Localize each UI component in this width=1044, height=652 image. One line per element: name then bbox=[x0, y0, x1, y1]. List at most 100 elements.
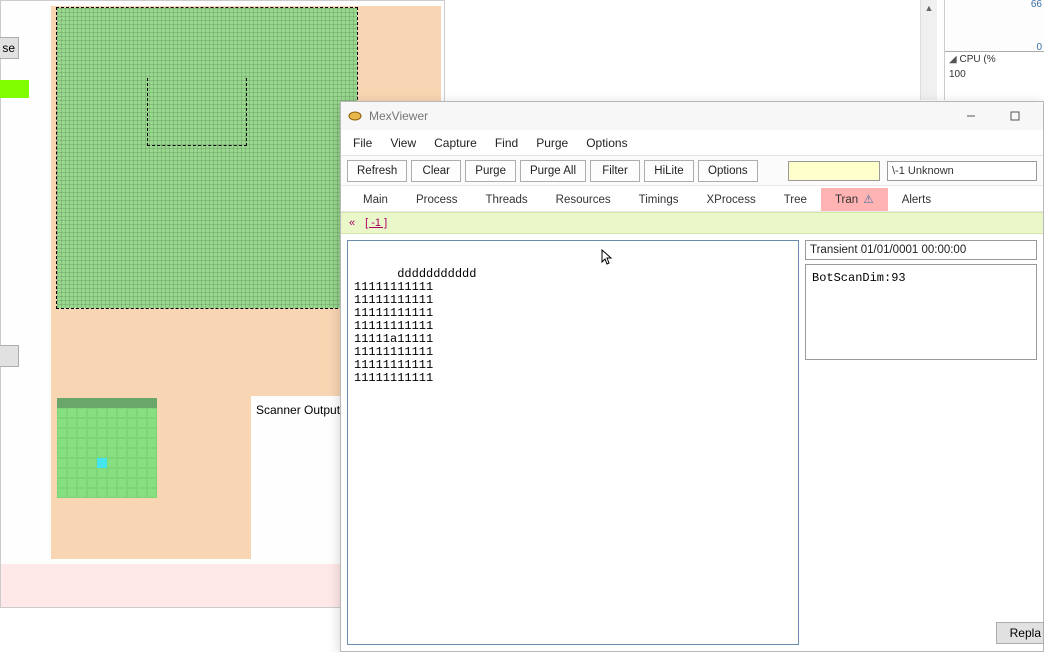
small-grid-cell[interactable] bbox=[107, 418, 117, 428]
tab-alerts[interactable]: Alerts bbox=[888, 190, 945, 211]
small-grid-cell[interactable] bbox=[97, 488, 107, 498]
menu-purge[interactable]: Purge bbox=[536, 136, 568, 150]
tab-main[interactable]: Main bbox=[349, 190, 402, 211]
maximize-button[interactable] bbox=[993, 102, 1037, 130]
process-combo[interactable]: \-1 Unknown bbox=[887, 161, 1037, 181]
bg-small-grid[interactable] bbox=[57, 398, 157, 498]
titlebar[interactable]: MexViewer bbox=[341, 102, 1043, 130]
small-grid-cell[interactable] bbox=[127, 428, 137, 438]
small-grid-cell[interactable] bbox=[127, 488, 137, 498]
small-grid-cell[interactable] bbox=[137, 418, 147, 428]
small-grid-cell[interactable] bbox=[77, 438, 87, 448]
small-grid-cell[interactable] bbox=[97, 398, 107, 408]
small-grid-cell[interactable] bbox=[117, 448, 127, 458]
small-grid-cell[interactable] bbox=[57, 418, 67, 428]
small-grid-cell[interactable] bbox=[127, 468, 137, 478]
small-grid-cell[interactable] bbox=[107, 468, 117, 478]
small-grid-cell[interactable] bbox=[117, 438, 127, 448]
bg-button-se[interactable]: se bbox=[0, 37, 19, 59]
small-grid-cell[interactable] bbox=[137, 478, 147, 488]
small-grid-cell[interactable] bbox=[87, 448, 97, 458]
small-grid-cell[interactable] bbox=[97, 418, 107, 428]
small-grid-cell[interactable] bbox=[117, 428, 127, 438]
small-grid-cell[interactable] bbox=[147, 438, 157, 448]
small-grid-cell[interactable] bbox=[97, 438, 107, 448]
small-grid-cell[interactable] bbox=[107, 428, 117, 438]
small-grid-cell[interactable] bbox=[147, 488, 157, 498]
small-grid-cell[interactable] bbox=[87, 398, 97, 408]
small-grid-cell[interactable] bbox=[127, 418, 137, 428]
purge-all-button[interactable]: Purge All bbox=[520, 160, 586, 182]
small-grid-cell[interactable] bbox=[77, 418, 87, 428]
small-grid-cell[interactable] bbox=[87, 408, 97, 418]
small-grid-cell[interactable] bbox=[67, 428, 77, 438]
small-grid-cell[interactable] bbox=[67, 448, 77, 458]
small-grid-cell[interactable] bbox=[97, 428, 107, 438]
small-grid-cell[interactable] bbox=[57, 408, 67, 418]
small-grid-cell[interactable] bbox=[77, 478, 87, 488]
small-grid-cell[interactable] bbox=[57, 488, 67, 498]
background-scrollbar[interactable]: ▲ bbox=[920, 0, 937, 100]
transient-body[interactable]: BotScanDim:93 bbox=[805, 264, 1037, 360]
small-grid-cell[interactable] bbox=[147, 478, 157, 488]
small-grid-cell[interactable] bbox=[117, 468, 127, 478]
replace-button[interactable]: Repla bbox=[996, 622, 1044, 644]
small-grid-cell[interactable] bbox=[67, 468, 77, 478]
small-grid-cell[interactable] bbox=[137, 488, 147, 498]
small-grid-cell[interactable] bbox=[137, 408, 147, 418]
small-grid-cell[interactable] bbox=[117, 488, 127, 498]
small-grid-cell[interactable] bbox=[57, 468, 67, 478]
small-grid-cell[interactable] bbox=[97, 478, 107, 488]
small-grid-cell[interactable] bbox=[77, 458, 87, 468]
small-grid-cell[interactable] bbox=[57, 428, 67, 438]
small-grid-cell[interactable] bbox=[127, 398, 137, 408]
output-text-pane[interactable]: ddddddddddd 11111111111 11111111111 1111… bbox=[347, 240, 799, 645]
purge-button[interactable]: Purge bbox=[465, 160, 516, 182]
menu-find[interactable]: Find bbox=[495, 136, 518, 150]
collapse-triangle-icon[interactable]: ◢ bbox=[949, 54, 957, 65]
small-grid-cell[interactable] bbox=[87, 468, 97, 478]
small-grid-cell[interactable] bbox=[137, 468, 147, 478]
scroll-up-arrow-icon[interactable]: ▲ bbox=[921, 0, 937, 17]
small-grid-cell[interactable] bbox=[137, 428, 147, 438]
small-grid-cell[interactable] bbox=[67, 398, 77, 408]
small-grid-cell[interactable] bbox=[97, 448, 107, 458]
small-grid-cell[interactable] bbox=[87, 488, 97, 498]
small-grid-cell[interactable] bbox=[117, 418, 127, 428]
small-grid-cell[interactable] bbox=[107, 448, 117, 458]
tab-resources[interactable]: Resources bbox=[542, 190, 625, 211]
small-grid-cell[interactable] bbox=[137, 398, 147, 408]
small-grid-cell[interactable] bbox=[77, 488, 87, 498]
small-grid-cell[interactable] bbox=[147, 408, 157, 418]
small-grid-cell[interactable] bbox=[77, 428, 87, 438]
tab-threads[interactable]: Threads bbox=[471, 190, 541, 211]
menu-capture[interactable]: Capture bbox=[434, 136, 477, 150]
bg-button-empty[interactable] bbox=[0, 345, 19, 367]
small-grid-cell[interactable] bbox=[147, 418, 157, 428]
breadcrumb-tag[interactable]: [ -1 ] bbox=[365, 217, 387, 229]
small-grid-cell[interactable] bbox=[137, 448, 147, 458]
small-grid-cell[interactable] bbox=[87, 428, 97, 438]
menu-view[interactable]: View bbox=[390, 136, 416, 150]
small-grid-cell[interactable] bbox=[137, 438, 147, 448]
bg-main-grid[interactable] bbox=[57, 8, 357, 308]
small-grid-cell[interactable] bbox=[97, 468, 107, 478]
small-grid-cell[interactable] bbox=[67, 458, 77, 468]
small-grid-cell[interactable] bbox=[67, 438, 77, 448]
small-grid-cell[interactable] bbox=[57, 448, 67, 458]
small-grid-cell[interactable] bbox=[57, 438, 67, 448]
small-grid-cell[interactable] bbox=[117, 408, 127, 418]
tab-xprocess[interactable]: XProcess bbox=[692, 190, 769, 211]
small-grid-cell[interactable] bbox=[127, 408, 137, 418]
hilite-button[interactable]: HiLite bbox=[644, 160, 694, 182]
small-grid-cell[interactable] bbox=[87, 478, 97, 488]
small-grid-cell[interactable] bbox=[77, 408, 87, 418]
small-grid-cell[interactable] bbox=[117, 398, 127, 408]
refresh-button[interactable]: Refresh bbox=[347, 160, 407, 182]
menu-file[interactable]: File bbox=[353, 136, 372, 150]
small-grid-cell[interactable] bbox=[117, 458, 127, 468]
small-grid-cell[interactable] bbox=[147, 428, 157, 438]
small-grid-cell[interactable] bbox=[107, 438, 117, 448]
small-grid-cell[interactable] bbox=[117, 478, 127, 488]
small-grid-cell[interactable] bbox=[107, 478, 117, 488]
